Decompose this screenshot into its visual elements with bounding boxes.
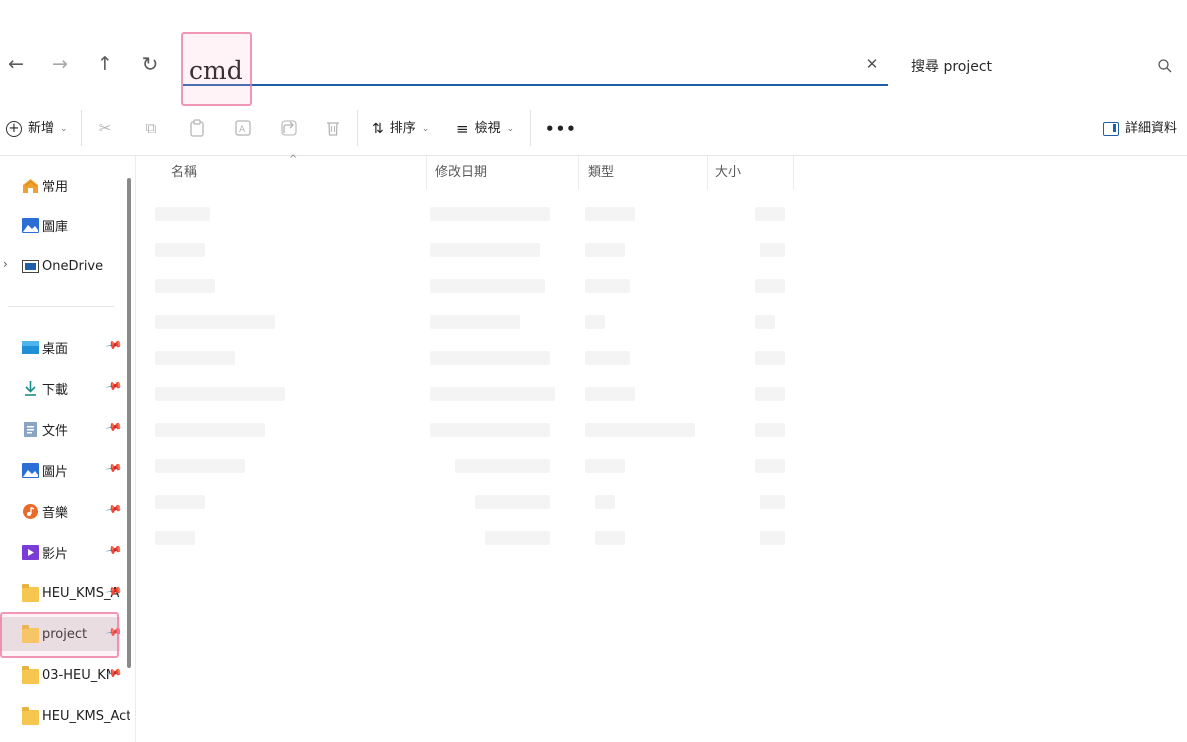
- file-list-faded-content: [155, 195, 795, 555]
- new-button[interactable]: + 新增 ⌄: [6, 118, 68, 140]
- sidebar-item-label: 桌面: [42, 341, 69, 357]
- delete-icon[interactable]: [322, 117, 344, 139]
- sidebar-item-desktop[interactable]: 桌面 📌: [0, 330, 130, 364]
- folder-icon: [22, 665, 39, 684]
- highlight-box-address: [181, 32, 252, 106]
- column-header-date-modified[interactable]: 修改日期: [431, 156, 579, 190]
- paste-icon[interactable]: [186, 117, 208, 139]
- new-label: 新增: [28, 121, 55, 136]
- sidebar-item-home[interactable]: 常用: [0, 168, 130, 202]
- sidebar-item-pictures[interactable]: 圖片 📌: [0, 453, 130, 487]
- search-icon[interactable]: [1156, 57, 1174, 75]
- refresh-icon[interactable]: ↻: [138, 52, 162, 76]
- highlight-box-sidebar: [0, 612, 119, 658]
- toolbar-divider: [81, 110, 82, 146]
- pin-icon[interactable]: 📌: [105, 500, 124, 519]
- sidebar-divider: [8, 306, 114, 307]
- sort-icon: ⇅: [372, 121, 384, 137]
- view-label: 檢視: [474, 121, 501, 136]
- sidebar-item-onedrive[interactable]: › OneDrive: [0, 249, 130, 283]
- rename-icon[interactable]: A: [232, 117, 254, 139]
- music-icon: [23, 503, 38, 519]
- sidebar-item-label: 圖庫: [42, 219, 69, 235]
- copy-icon[interactable]: ⧉: [140, 117, 162, 139]
- pictures-icon: [22, 462, 39, 478]
- desktop-icon: [22, 340, 39, 354]
- sidebar-item-documents[interactable]: 文件 📌: [0, 412, 130, 446]
- chevron-down-icon: ⌄: [421, 124, 430, 134]
- sidebar-item-label: OneDrive: [42, 258, 104, 274]
- home-icon: [23, 178, 38, 193]
- chevron-down-icon: ⌄: [506, 124, 515, 134]
- view-icon: ≡: [456, 120, 469, 138]
- sidebar-item-label: 音樂: [42, 505, 69, 521]
- onedrive-icon: [22, 259, 39, 273]
- details-label: 詳細資料: [1124, 121, 1177, 136]
- column-header-type[interactable]: 類型: [584, 156, 708, 190]
- sidebar-item-label: 03-HEU_KM!: [42, 667, 110, 683]
- toolbar-divider: [357, 110, 358, 146]
- close-icon[interactable]: ✕: [862, 54, 882, 74]
- address-input[interactable]: [189, 54, 829, 86]
- command-bar: + 新增 ⌄ ✂ ⧉ A ⇅ 排序 ⌄ ≡ 檢視 ⌄ ••• 詳細資料: [0, 100, 1187, 156]
- sidebar-item-label: HEU_KMS_Activ: [42, 708, 130, 724]
- chevron-right-icon[interactable]: ›: [3, 257, 8, 271]
- videos-icon: [22, 544, 39, 560]
- pin-icon[interactable]: 📌: [105, 541, 124, 560]
- cut-icon[interactable]: ✂: [94, 117, 116, 139]
- gallery-icon: [22, 217, 39, 233]
- address-row: ← → ↑ ↻ ✕: [0, 0, 1187, 106]
- address-bar[interactable]: ✕: [183, 46, 888, 86]
- sidebar-item-label: 常用: [42, 179, 69, 195]
- sidebar-item-label: 下載: [42, 382, 69, 398]
- sidebar-item-label: 影片: [42, 546, 69, 562]
- sidebar-item-music[interactable]: 音樂 📌: [0, 494, 130, 528]
- toolbar-divider: [530, 110, 531, 146]
- sidebar-item-folder-heu-kms-activ[interactable]: HEU_KMS_Activ: [0, 699, 130, 733]
- sidebar-item-videos[interactable]: 影片 📌: [0, 535, 130, 569]
- add-icon: +: [6, 121, 22, 137]
- arrow-left-icon[interactable]: ←: [4, 52, 28, 76]
- pin-icon[interactable]: 📌: [105, 377, 124, 396]
- pin-icon[interactable]: 📌: [105, 336, 124, 355]
- view-button[interactable]: ≡ 檢視 ⌄: [456, 118, 514, 140]
- arrow-right-icon[interactable]: →: [48, 52, 72, 76]
- pin-icon[interactable]: 📌: [105, 418, 124, 437]
- svg-text:A: A: [239, 125, 246, 135]
- sidebar-item-folder-heu-kms-a[interactable]: HEU_KMS_A 📌: [0, 576, 130, 610]
- documents-icon: [24, 421, 37, 437]
- column-header-size[interactable]: 大小: [711, 156, 794, 190]
- navigation-pane: 常用 圖庫 › OneDrive 桌面 📌 下載 📌 文件 📌 圖片 📌 音樂 …: [0, 156, 136, 742]
- download-icon: [25, 380, 36, 396]
- sort-label: 排序: [389, 121, 416, 136]
- share-icon[interactable]: [278, 117, 300, 139]
- chevron-down-icon: ⌄: [60, 124, 68, 134]
- folder-icon: [22, 583, 39, 602]
- search-box[interactable]: [897, 52, 1182, 80]
- details-pane-button[interactable]: 詳細資料: [1102, 118, 1177, 140]
- pin-icon[interactable]: 📌: [105, 459, 124, 478]
- sidebar-item-label: 文件: [42, 423, 69, 439]
- sidebar-item-gallery[interactable]: 圖庫: [0, 208, 130, 242]
- more-options-button[interactable]: •••: [545, 118, 577, 140]
- arrow-up-icon[interactable]: ↑: [93, 52, 117, 76]
- sort-button[interactable]: ⇅ 排序 ⌄: [372, 118, 429, 140]
- sidebar-item-downloads[interactable]: 下載 📌: [0, 371, 130, 405]
- file-list-header: ^ 名稱 修改日期 類型 大小: [137, 154, 797, 190]
- sidebar-item-label: 圖片: [42, 464, 69, 480]
- sidebar-item-folder-03-heu-kms[interactable]: 03-HEU_KM! 📌: [0, 658, 130, 692]
- details-pane-icon: [1102, 122, 1119, 136]
- folder-icon: [22, 706, 39, 725]
- search-input[interactable]: [911, 55, 1151, 79]
- column-header-name[interactable]: 名稱: [167, 156, 427, 190]
